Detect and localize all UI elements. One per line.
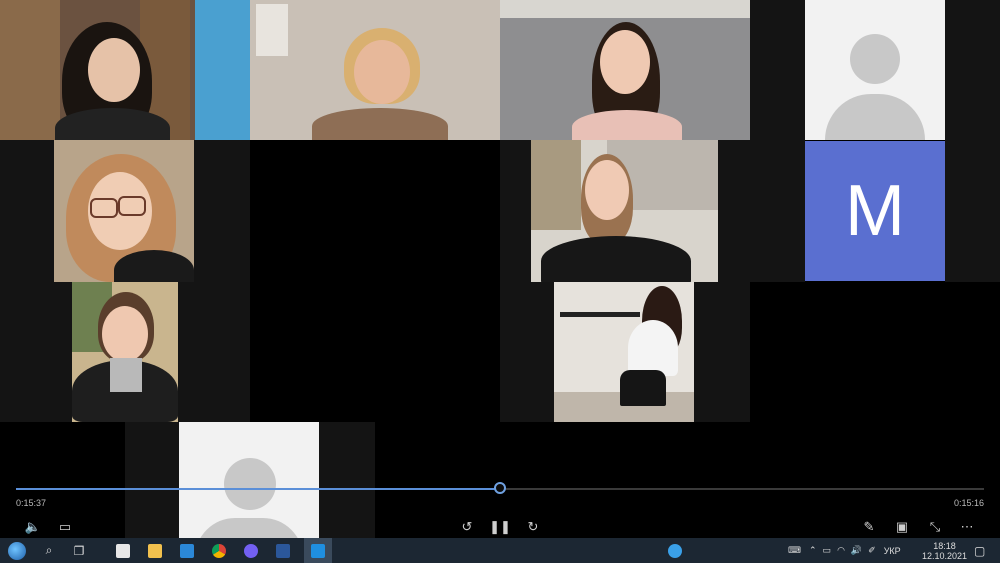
taskbar: ⌕ ❐ ⌨ ⌃ ▭ ◠ 🔊 ✐ УКР 18:18 12.10.2021 ▢ (0, 538, 1000, 563)
mail-icon[interactable] (174, 538, 200, 563)
participant-video-6[interactable] (72, 282, 178, 422)
participant-video-5[interactable] (531, 140, 718, 282)
draw-icon[interactable]: ✎ (858, 516, 880, 538)
tile-gap-4 (194, 140, 250, 282)
tile-gap-1 (750, 0, 805, 282)
pen-icon[interactable]: ✐ (868, 545, 876, 556)
exit-fullscreen-icon[interactable]: ⤡ (924, 516, 946, 538)
participant-video-2[interactable] (250, 0, 500, 140)
clock-time: 18:18 (933, 540, 956, 551)
clock[interactable]: 18:18 12.10.2021 (922, 538, 967, 563)
subtitles-icon[interactable]: ▭ (54, 516, 76, 538)
word-icon[interactable] (270, 538, 296, 563)
participant-video-1[interactable] (0, 0, 250, 140)
person-icon (224, 458, 276, 510)
seek-bar-progress (16, 488, 500, 490)
tile-gap-7 (0, 282, 72, 422)
battery-icon[interactable]: ▭ (823, 545, 832, 556)
store-icon[interactable] (110, 538, 136, 563)
speaker-icon[interactable]: 🔊 (851, 545, 862, 556)
tile-gap-8 (178, 282, 250, 422)
person-icon (850, 34, 900, 84)
clock-date: 12.10.2021 (922, 550, 968, 561)
help-icon[interactable] (664, 538, 686, 563)
mini-view-icon[interactable]: ▣ (891, 516, 913, 538)
keyboard-icon[interactable]: ⌨ (788, 545, 801, 556)
participant-video-7[interactable] (554, 282, 694, 422)
volume-icon[interactable]: 🔈 (22, 516, 44, 538)
tile-gap-6 (718, 140, 750, 282)
tile-gap-5 (500, 140, 531, 282)
seek-bar-thumb[interactable] (494, 482, 506, 494)
tile-gap-11 (125, 422, 179, 538)
language-indicator[interactable]: УКР (884, 546, 901, 556)
elapsed-time: 0:15:37 (16, 498, 47, 508)
tile-gap-12 (319, 422, 375, 538)
participant-video-4[interactable] (54, 140, 194, 282)
file-explorer-icon[interactable] (142, 538, 168, 563)
participant-placeholder-1[interactable] (805, 0, 945, 140)
media-player-icon[interactable] (304, 538, 332, 563)
task-view-icon[interactable]: ❐ (66, 538, 92, 563)
participant-video-3[interactable] (500, 0, 750, 140)
tile-gap-9 (500, 282, 554, 422)
tile-gap-2 (945, 0, 1000, 282)
skip-back-10-icon[interactable]: ↺ (456, 516, 478, 538)
viber-icon[interactable] (238, 538, 264, 563)
seek-bar[interactable] (16, 482, 984, 494)
avatar-letter: M (845, 171, 905, 251)
tile-gap-3 (0, 140, 54, 282)
notifications-icon[interactable]: ▢ (974, 538, 985, 563)
tile-gap-10 (694, 282, 750, 422)
chrome-icon[interactable] (206, 538, 232, 563)
wifi-icon[interactable]: ◠ (837, 545, 845, 556)
search-icon[interactable]: ⌕ (36, 538, 62, 563)
start-button[interactable] (4, 538, 30, 563)
remaining-time: 0:15:16 (953, 498, 984, 508)
more-options-icon[interactable]: ⋯ (956, 516, 978, 538)
participant-placeholder-2[interactable] (179, 422, 319, 538)
skip-forward-30-icon[interactable]: ↻ (522, 516, 544, 538)
participant-avatar-m[interactable]: M (805, 141, 945, 281)
chevron-up-icon[interactable]: ⌃ (809, 545, 817, 556)
system-tray: ⌨ ⌃ ▭ ◠ 🔊 ✐ УКР (788, 538, 911, 563)
pause-icon[interactable]: ❚❚ (489, 516, 511, 538)
